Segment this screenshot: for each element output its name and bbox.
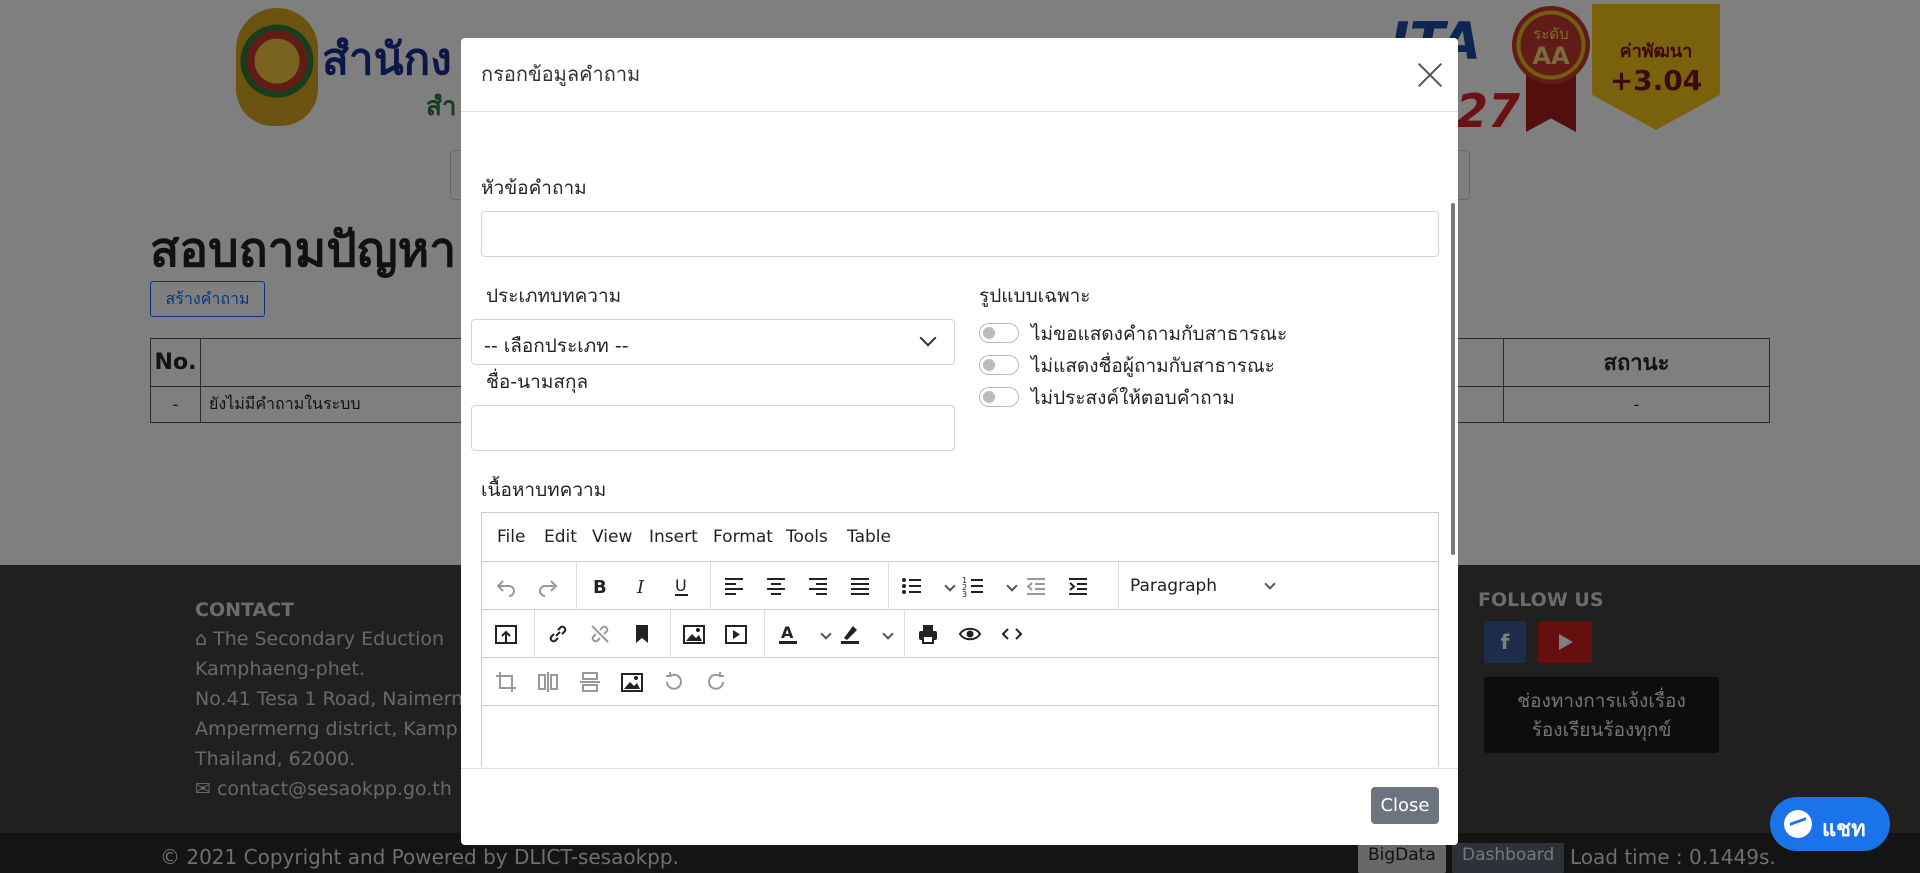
editor-content-area[interactable] [482, 706, 1438, 767]
modal-footer: Close [461, 768, 1458, 845]
chat-label: แชท [1822, 817, 1866, 842]
modal-header: กรอกข้อมูลคำถาม [461, 38, 1458, 112]
toolbar-divider [888, 562, 889, 610]
align-right-icon[interactable] [804, 572, 832, 600]
special-format-label: รูปแบบเฉพาะ [979, 285, 1091, 307]
toolbar-divider [1118, 562, 1119, 610]
messenger-icon [1784, 810, 1812, 838]
text-color-icon[interactable]: A [774, 620, 802, 648]
modal-scrollbar[interactable] [1451, 203, 1455, 555]
modal-body: หัวข้อคำถาม ประเภทบทความ -- เลือกประเภท … [461, 113, 1458, 767]
bullet-list-icon[interactable] [898, 572, 926, 600]
hide-question-label: ไม่ขอแสดงคำถามกับสาธารณะ [1031, 323, 1288, 345]
category-selected-value: -- เลือกประเภท -- [484, 335, 629, 357]
chevron-down-icon[interactable] [944, 580, 956, 592]
close-icon[interactable] [1417, 62, 1443, 88]
question-title-label: หัวข้อคำถาม [481, 177, 587, 199]
unlink-icon[interactable] [586, 620, 614, 648]
svg-text:I: I [636, 577, 645, 598]
name-input[interactable] [471, 405, 955, 451]
hide-name-toggle[interactable] [979, 355, 1019, 375]
chevron-down-icon[interactable] [882, 628, 894, 640]
chevron-down-icon[interactable] [1264, 578, 1276, 590]
indent-icon[interactable] [1064, 572, 1092, 600]
upload-icon[interactable] [492, 620, 520, 648]
menu-table[interactable]: Table [847, 527, 891, 547]
flip-horizontal-icon[interactable] [534, 668, 562, 696]
question-title-input[interactable] [481, 211, 1439, 257]
preview-icon[interactable] [956, 620, 984, 648]
image-icon[interactable] [680, 620, 708, 648]
redo-icon[interactable] [534, 572, 562, 600]
rich-text-editor: File Edit View Insert Format Tools Table… [481, 512, 1439, 767]
svg-text:B: B [593, 577, 607, 598]
italic-icon[interactable]: I [628, 572, 656, 600]
align-left-icon[interactable] [720, 572, 748, 600]
menu-view[interactable]: View [592, 527, 632, 547]
chevron-down-icon[interactable] [1006, 580, 1018, 592]
toolbar-divider [670, 610, 671, 658]
align-center-icon[interactable] [762, 572, 790, 600]
menu-insert[interactable]: Insert [649, 527, 698, 547]
underline-icon[interactable]: U [668, 572, 696, 600]
svg-text:A: A [781, 623, 794, 642]
no-answer-label: ไม่ประสงค์ให้ตอบคำถาม [1031, 387, 1235, 409]
image-options-icon[interactable] [618, 668, 646, 696]
editor-toolbar-1: B I U 123 Paragraph [482, 562, 1438, 610]
menu-format[interactable]: Format [713, 527, 773, 547]
bold-icon[interactable]: B [586, 572, 614, 600]
rotate-left-icon[interactable] [660, 668, 688, 696]
modal-title: กรอกข้อมูลคำถาม [481, 62, 641, 86]
toolbar-divider [710, 562, 711, 610]
crop-icon[interactable] [492, 668, 520, 696]
messenger-chat-button[interactable]: แชท [1770, 797, 1890, 851]
chevron-down-icon[interactable] [820, 628, 832, 640]
category-select[interactable]: -- เลือกประเภท -- [471, 319, 955, 365]
menu-tools[interactable]: Tools [786, 527, 828, 547]
toolbar-divider [904, 610, 905, 658]
svg-text:3: 3 [962, 590, 967, 598]
media-icon[interactable] [722, 620, 750, 648]
content-label: เนื้อหาบทความ [481, 479, 607, 501]
editor-toolbar-2: A [482, 610, 1438, 658]
close-button[interactable]: Close [1371, 787, 1439, 824]
flip-vertical-icon[interactable] [576, 668, 604, 696]
link-icon[interactable] [544, 620, 572, 648]
align-justify-icon[interactable] [846, 572, 874, 600]
editor-menubar: File Edit View Insert Format Tools Table [482, 513, 1438, 562]
category-label: ประเภทบทความ [486, 285, 622, 307]
print-icon[interactable] [914, 620, 942, 648]
hide-question-toggle[interactable] [979, 323, 1019, 343]
no-answer-toggle[interactable] [979, 387, 1019, 407]
menu-edit[interactable]: Edit [544, 527, 577, 547]
editor-toolbar-3 [482, 658, 1438, 706]
rotate-right-icon[interactable] [702, 668, 730, 696]
chevron-down-icon [919, 329, 937, 347]
toolbar-divider [576, 562, 577, 610]
outdent-icon[interactable] [1022, 572, 1050, 600]
toolbar-divider [534, 610, 535, 658]
block-format-select[interactable]: Paragraph [1130, 576, 1217, 596]
menu-file[interactable]: File [497, 527, 525, 547]
highlight-color-icon[interactable] [836, 620, 864, 648]
undo-icon[interactable] [492, 572, 520, 600]
name-label: ชื่อ-นามสกุล [486, 371, 589, 393]
toolbar-divider [764, 610, 765, 658]
hide-name-label: ไม่แสดงชื่อผู้ถามกับสาธารณะ [1031, 355, 1275, 377]
svg-text:U: U [675, 576, 687, 595]
bookmark-icon[interactable] [628, 620, 656, 648]
code-icon[interactable] [998, 620, 1026, 648]
numbered-list-icon[interactable]: 123 [960, 572, 988, 600]
question-modal: กรอกข้อมูลคำถาม หัวข้อคำถาม ประเภทบทความ… [461, 38, 1458, 845]
